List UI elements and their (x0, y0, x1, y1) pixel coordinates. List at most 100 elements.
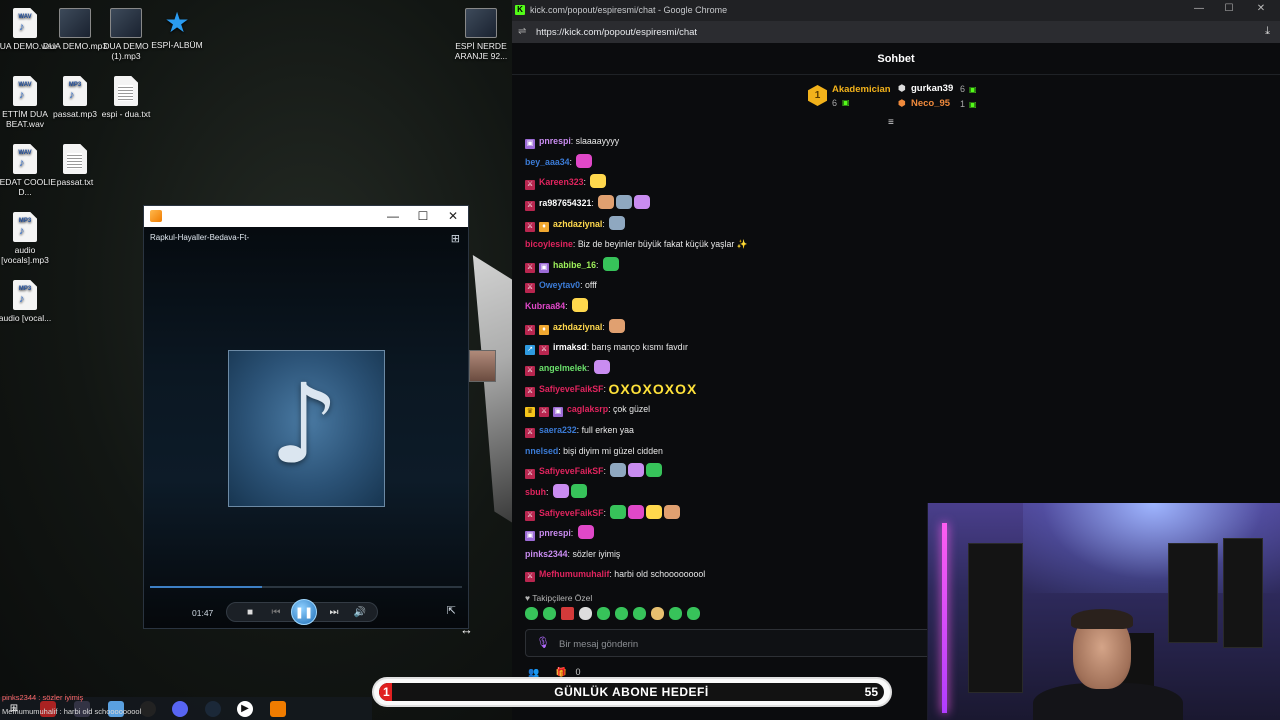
url-text[interactable]: https://kick.com/popout/espiresmi/chat (536, 27, 697, 38)
download-icon[interactable]: ⤓ (1265, 25, 1270, 38)
goal-label: GÜNLÜK ABONE HEDEFİ (554, 685, 709, 699)
mod-badge-icon: ⚔ (525, 386, 535, 397)
pause-icon[interactable]: ❚❚ (291, 599, 317, 625)
desktop-icon-audio-vocal-2[interactable]: MP3 ♪ audio [vocal... (0, 280, 58, 323)
emote-icon[interactable] (633, 607, 646, 620)
desktop-icon-espi-nerde-aranje[interactable]: ESPİ NERDE ARANJE 92... (448, 8, 512, 61)
minimize-button[interactable]: — (378, 206, 408, 227)
chat-separator: : (583, 177, 589, 188)
chat-username[interactable]: sbuh (525, 487, 546, 497)
leaderboard-name[interactable]: Akademician (832, 84, 891, 95)
emote-icon[interactable] (615, 607, 628, 620)
goal-current: 1 (383, 685, 390, 699)
minimize-icon[interactable]: — (1184, 3, 1214, 14)
previous-icon[interactable]: ⏮ (267, 605, 285, 621)
crown-badge-icon: ♛ (525, 407, 535, 418)
chat-username[interactable]: Mefhumumuhalif (539, 569, 609, 579)
chat-username[interactable]: ra987654321 (539, 198, 591, 208)
emote-icon (634, 194, 651, 209)
gift-badge-icon: ▣ (539, 262, 549, 273)
maximize-icon[interactable]: ☐ (1214, 3, 1244, 14)
expand-leaderboard-icon[interactable]: ≡ (888, 117, 894, 128)
emote-icon[interactable] (669, 607, 682, 620)
chat-username[interactable]: habibe_16 (553, 260, 596, 270)
chat-username[interactable]: pnrespi (539, 136, 571, 146)
player-taskbar-icon[interactable] (270, 701, 286, 717)
mod-badge-icon: ⚔ (525, 200, 535, 211)
chat-username[interactable]: azhdaziynal (553, 322, 602, 332)
chat-separator: : (602, 218, 608, 229)
current-time: 01:47 (192, 608, 214, 618)
discord-icon[interactable] (172, 701, 188, 717)
seek-bar[interactable] (150, 586, 462, 588)
chat-username[interactable]: bicoylesine (525, 239, 573, 249)
miniplayer-icon[interactable]: ⊞ (451, 232, 460, 245)
emote-icon (552, 483, 569, 498)
chat-username[interactable]: caglaksrp (567, 404, 608, 414)
next-icon[interactable]: ⏭ (325, 605, 343, 621)
stream-chat-overlay-line: pinks2344 : sözler iyimiş (2, 693, 84, 702)
chat-message: ⚔ SafiyeveFaikSF: OXOXOXOX (525, 381, 945, 402)
stop-icon[interactable]: ■ (241, 605, 259, 621)
volume-icon[interactable]: 🔊 (351, 605, 369, 621)
chat-username[interactable]: pnrespi (539, 528, 571, 538)
media-player-taskbar-icon[interactable]: ▶ (237, 701, 253, 717)
emote-icon (646, 463, 663, 478)
leaderboard-count: 6 (960, 84, 966, 94)
emote-icon[interactable] (651, 607, 664, 620)
mp3-file-icon: MP3 ♪ (13, 212, 37, 242)
emote-icon[interactable] (687, 607, 700, 620)
chat-username[interactable]: SafiyeveFaikSF (539, 466, 604, 476)
kick-logo-icon: K (515, 5, 525, 15)
chat-username[interactable]: Kareen323 (539, 177, 584, 187)
steam-icon[interactable] (205, 701, 221, 717)
desktop-icon-passat-txt[interactable]: passat.txt (42, 144, 108, 187)
emote-icon[interactable] (597, 607, 610, 620)
leaderboard-count: 6 (832, 98, 838, 108)
chat-message: ⚔ SafiyeveFaikSF: (525, 463, 945, 484)
chat-username[interactable]: SafiyeveFaikSF (539, 508, 604, 518)
acoustic-panel (968, 543, 1023, 693)
emote-icon[interactable] (579, 607, 592, 620)
chat-username[interactable]: Kubraa84 (525, 301, 565, 311)
chat-username[interactable]: nnelsed (525, 446, 558, 456)
desktop-icon-espi-album[interactable]: ★ ESPİ-ALBÜM (144, 8, 210, 51)
chat-separator: : (602, 321, 608, 332)
emote-icon (576, 153, 593, 168)
mod-badge-icon: ⚔ (525, 221, 535, 232)
mp3-file-icon: MP3 ♪ (63, 76, 87, 106)
emote-icon[interactable] (543, 607, 556, 620)
chat-text: offf (584, 280, 597, 291)
leaderboard-name[interactable]: Neco_95 (911, 98, 950, 109)
chat-username[interactable]: Oweytav0 (539, 280, 580, 290)
microphone-icon[interactable]: 🎙 (536, 636, 550, 649)
app-icon[interactable] (140, 701, 156, 717)
address-bar[interactable]: ⇌ https://kick.com/popout/espiresmi/chat… (512, 21, 1280, 43)
users-icon[interactable]: 👥 (528, 667, 539, 677)
close-button[interactable]: ✕ (438, 206, 468, 227)
desktop-icon-espi-dua-txt[interactable]: espi - dua.txt (93, 76, 159, 119)
emote-icon[interactable] (525, 607, 538, 620)
player-titlebar[interactable]: — ☐ ✕ (144, 206, 468, 227)
gift-icon[interactable]: 🎁 (556, 667, 567, 677)
sub-badge-icon: ♦ (539, 221, 549, 232)
chat-username[interactable]: bey_aaa34 (525, 157, 570, 167)
desktop-icon-audio-vocals[interactable]: MP3 ♪ audio [vocals].mp3 (0, 212, 58, 265)
leaderboard-name[interactable]: gurkan39 (911, 83, 953, 94)
rank-badge-icon: ⬢ (898, 83, 906, 93)
emote-icon[interactable] (561, 607, 574, 620)
chat-username[interactable]: pinks2344 (525, 549, 568, 559)
fullscreen-icon[interactable]: ⇱ (447, 604, 456, 617)
chrome-titlebar[interactable]: K kick.com/popout/espiresmi/chat - Googl… (512, 0, 1280, 21)
maximize-button[interactable]: ☐ (408, 206, 438, 227)
chat-username[interactable]: azhdaziynal (553, 219, 602, 229)
chat-username[interactable]: saera232 (539, 425, 577, 435)
chat-username[interactable]: SafiyeveFaikSF (539, 384, 604, 394)
chat-message-input[interactable]: 🎙 Bir mesaj gönderin (525, 629, 945, 657)
emote-icon (570, 483, 587, 498)
chat-username[interactable]: irmaksd (553, 342, 587, 352)
chat-username[interactable]: angelmelek (539, 363, 587, 373)
maximize-icon: ☐ (417, 209, 429, 223)
close-icon[interactable]: ✕ (1246, 3, 1276, 14)
site-info-icon[interactable]: ⇌ (518, 26, 526, 37)
